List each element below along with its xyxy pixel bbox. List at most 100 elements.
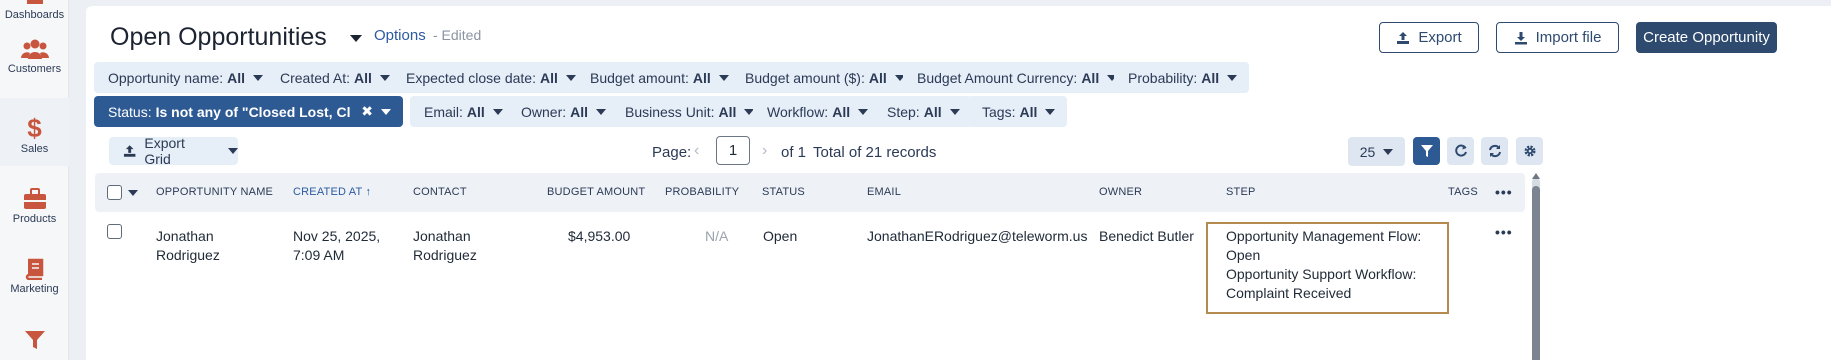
filter-value: All [1019,103,1038,120]
column-step[interactable]: STEP [1226,186,1256,198]
column-options-icon[interactable]: ••• [1495,184,1513,200]
refresh-button[interactable] [1481,137,1508,165]
cell-line: Rodriguez [156,247,220,263]
filter-label: Budget Amount Currency: [917,69,1078,86]
chevron-down-icon [381,108,391,115]
filter-expected-close-date[interactable]: Expected close date: All [392,62,588,93]
filter-budget-amount[interactable]: Budget amount: All [576,62,741,93]
filter-status[interactable]: Status:Is not any of "Closed Lost, Close… [94,96,403,127]
row-checkbox[interactable] [107,224,122,239]
sidebar-item-label: Marketing [10,283,59,295]
title-dropdown-caret[interactable] [350,35,362,42]
column-probability[interactable]: PROBABILITY [665,186,739,198]
previous-page-icon[interactable]: ‹ [694,142,699,160]
sidebar-item-products[interactable]: Products [0,188,69,232]
export-grid-label: Export Grid [144,135,185,167]
scroll-up-icon[interactable] [1532,173,1540,179]
cell-opportunity-name[interactable]: Jonathan Rodriguez [156,227,220,265]
sidebar-item-label: Dashboards [4,9,65,21]
book-icon [25,258,43,280]
filter-created-at[interactable]: Created At: All [266,62,402,93]
sidebar-item-filters[interactable] [0,330,69,360]
step-highlight-box [1206,222,1449,314]
reset-button[interactable] [1447,137,1474,165]
sidebar-item-label: Customers [7,63,62,75]
filter-value: All [354,69,372,86]
settings-button[interactable] [1516,137,1543,165]
column-budget-amount[interactable]: BUDGET AMOUNT [547,186,645,198]
column-contact[interactable]: CONTACT [413,186,467,198]
filter-budget-amount-usd[interactable]: Budget amount ($): All [731,62,917,93]
filter-value: Is not any of "Closed Lost, Closed ... [155,103,352,120]
column-opportunity-name[interactable]: OPPORTUNITY NAME [156,186,273,198]
filter-value: All [718,103,737,120]
import-file-button[interactable]: Import file [1496,22,1619,53]
filter-opportunity-name[interactable]: Opportunity name: All [94,62,276,93]
filter-value: All [466,103,485,120]
filter-probability[interactable]: Probability: All [1114,62,1250,93]
export-grid-button[interactable]: Export Grid [109,135,238,167]
filter-label: Business Unit: [625,103,715,120]
upload-icon [123,145,136,157]
filter-label: Expected close date: [406,69,536,86]
row-options-icon[interactable]: ••• [1495,224,1513,240]
options-link[interactable]: Options [374,27,426,44]
filter-workflow[interactable]: Workflow: All [753,96,881,127]
filter-label: Created At: [280,69,351,86]
filter-step[interactable]: Step: All [873,96,972,127]
sidebar-item-sales[interactable]: $ Sales [0,98,69,166]
filter-business-unit[interactable]: Business Unit: All [611,96,767,127]
filter-toggle-button[interactable] [1413,137,1440,165]
filter-owner[interactable]: Owner: All [507,96,619,127]
chevron-down-icon [1383,148,1394,155]
cell-contact[interactable]: Jonathan Rodriguez [413,227,477,265]
page-number-input[interactable]: 1 [716,136,750,165]
edited-indicator: - Edited [433,27,482,43]
filter-label: Tags: [982,103,1016,120]
create-opportunity-button[interactable]: Create Opportunity [1636,22,1777,53]
users-icon [20,39,49,59]
filter-label: Email: [424,103,463,120]
clear-filter-icon[interactable]: ✖ [361,103,373,120]
filter-value: All [868,69,887,86]
cell-line: Jonathan [156,228,214,244]
per-page-value: 25 [1359,143,1376,160]
export-button[interactable]: Export [1379,22,1479,53]
cell-budget-amount: $4,953.00 [568,228,631,244]
filter-value: All [692,69,711,86]
filter-label: Budget amount: [590,69,689,86]
briefcase-icon [23,188,46,209]
sidebar-item-customers[interactable]: Customers [0,38,69,84]
column-email[interactable]: EMAIL [867,186,901,198]
chevron-down-icon[interactable] [128,190,138,196]
scrollbar-thumb[interactable] [1532,186,1540,360]
sidebar-item-dashboards[interactable]: Dashboards [0,0,69,28]
filter-label: Budget amount ($): [745,69,865,86]
dashboard-icon [26,0,43,4]
import-file-button-label: Import file [1535,29,1602,46]
page-label: Page: [652,144,692,161]
next-page-icon[interactable]: › [762,142,767,160]
cell-email[interactable]: JonathanERodriguez@teleworm.us [867,227,1087,246]
refresh-icon [1488,144,1501,158]
funnel-icon [24,331,45,349]
filter-value: All [832,103,851,120]
column-owner[interactable]: OWNER [1099,186,1142,198]
per-page-select[interactable]: 25 [1348,137,1405,166]
filter-value: All [539,69,558,86]
column-status[interactable]: STATUS [762,186,805,198]
sidebar-item-label: Sales [20,143,49,155]
filter-value: All [570,103,589,120]
filter-tags[interactable]: Tags: All [968,96,1068,127]
column-created-at[interactable]: CREATED AT ↑ [293,186,371,198]
filter-email[interactable]: Email: All [410,96,515,127]
column-tags[interactable]: TAGS [1448,186,1478,198]
left-sidebar: Dashboards Customers $ Sales Products Ma… [0,0,69,360]
sidebar-item-marketing[interactable]: Marketing [0,258,69,302]
select-all-checkbox[interactable] [107,185,122,200]
filter-budget-amount-currency[interactable]: Budget Amount Currency: All [903,62,1130,93]
chevron-down-icon [492,108,503,115]
main-panel: Open Opportunities Options - Edited Expo… [86,6,1831,360]
dollar-icon: $ [27,113,42,143]
chevron-down-icon [565,74,576,81]
